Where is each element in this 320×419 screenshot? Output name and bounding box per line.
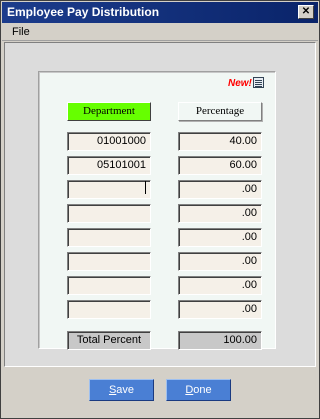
done-button[interactable]: Done	[166, 379, 231, 401]
save-label: ave	[116, 384, 135, 396]
department-field[interactable]: 05101001	[67, 156, 151, 175]
department-field-active[interactable]	[67, 180, 151, 199]
save-button[interactable]: Save	[89, 379, 154, 401]
percentage-field[interactable]: 60.00	[178, 156, 262, 175]
table-row: .00	[39, 204, 277, 223]
table-row: .00	[39, 276, 277, 295]
department-field[interactable]: 01001000	[67, 132, 151, 151]
percentage-field[interactable]: .00	[178, 252, 262, 271]
percentage-field[interactable]: .00	[178, 204, 262, 223]
table-row: 05101001 60.00	[39, 156, 277, 175]
window-title: Employee Pay Distribution	[7, 5, 160, 19]
employee-pay-distribution-window: Employee Pay Distribution ✕ File New! De…	[0, 0, 320, 419]
total-percent-label: Total Percent	[67, 331, 151, 350]
text-caret	[145, 181, 146, 194]
table-row: .00	[39, 180, 277, 199]
title-bar[interactable]: Employee Pay Distribution ✕	[2, 2, 318, 23]
department-header[interactable]: Department	[67, 102, 151, 121]
new-badge[interactable]: New!	[228, 77, 264, 91]
department-field[interactable]	[67, 276, 151, 295]
table-row: .00	[39, 300, 277, 319]
table-row: .00	[39, 252, 277, 271]
percentage-field[interactable]: .00	[178, 180, 262, 199]
new-badge-label: New!	[228, 78, 252, 89]
percentage-header[interactable]: Percentage	[178, 102, 262, 121]
department-field[interactable]	[67, 204, 151, 223]
percentage-field[interactable]: .00	[178, 300, 262, 319]
percentage-field[interactable]: .00	[178, 228, 262, 247]
document-list-icon	[252, 77, 264, 88]
close-icon: ✕	[301, 6, 311, 17]
total-percent-value: 100.00	[178, 331, 262, 350]
close-button[interactable]: ✕	[298, 5, 314, 19]
menu-item-file[interactable]: File	[10, 26, 32, 38]
content-area: New! Department Percentage 01001000 40.0…	[4, 42, 316, 367]
department-field[interactable]	[67, 228, 151, 247]
distribution-panel: New! Department Percentage 01001000 40.0…	[38, 71, 277, 350]
table-row: 01001000 40.00	[39, 132, 277, 151]
percentage-field[interactable]: 40.00	[178, 132, 262, 151]
department-field[interactable]	[67, 300, 151, 319]
percentage-field[interactable]: .00	[178, 276, 262, 295]
table-row: .00	[39, 228, 277, 247]
menu-bar: File	[2, 23, 318, 41]
done-label: one	[193, 384, 212, 396]
department-field[interactable]	[67, 252, 151, 271]
